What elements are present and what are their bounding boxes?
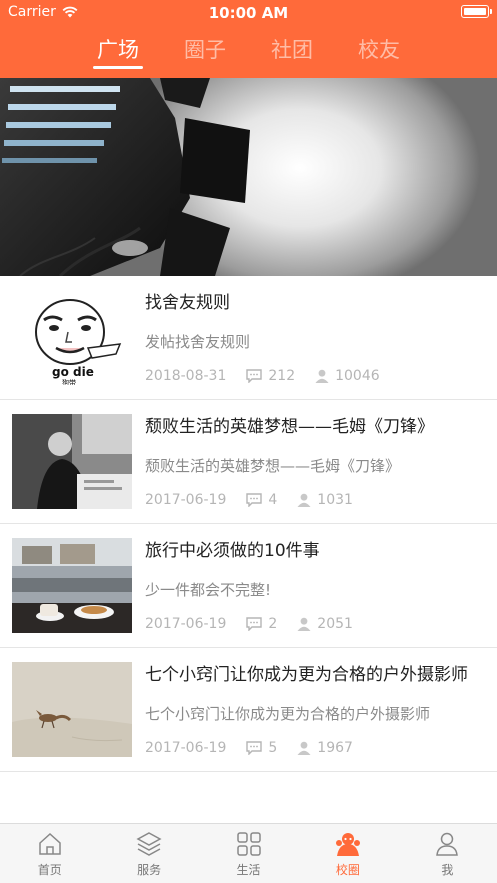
view-count: 2051 [297,616,353,632]
user-icon [297,741,311,755]
grid-icon [236,832,261,856]
person-icon [436,832,459,856]
post-meta: 2018-08-31 212 10046 [145,368,400,384]
post-desc: 发帖找舍友规则 [145,333,251,351]
user-icon [297,493,311,507]
post-title: 颓败生活的英雄梦想——毛姆《刀锋》 [145,417,434,437]
view-count: 1031 [297,492,353,508]
post-item[interactable]: 七个小窍门让你成为更为合格的户外摄影师 七个小窍门让你成为更为合格的户外摄影师 … [0,648,497,772]
home-icon [38,832,61,855]
post-thumbnail: go die 狗带 [12,290,132,385]
view-count-value: 1967 [317,740,353,756]
post-item[interactable]: 颓败生活的英雄梦想——毛姆《刀锋》 颓败生活的英雄梦想——毛姆《刀锋》 2017… [0,400,497,524]
post-desc: 七个小窍门让你成为更为合格的户外摄影师 [145,705,431,723]
tab-alumni[interactable]: 校友 [358,30,400,78]
comment-icon [246,369,263,383]
top-header: Carrier 10:00 AM 广场 圈子 社团 校友 [0,0,497,78]
user-icon [315,369,329,383]
tab-circles[interactable]: 圈子 [184,30,226,78]
fox-snow-photo [12,662,132,757]
campus-icon [335,833,360,856]
comment-icon [246,741,263,755]
tabbar-home[interactable]: 首页 [0,824,99,883]
tabbar-me[interactable]: 我 [398,824,497,883]
battery-icon [461,5,492,18]
tabbar-life-label: 生活 [236,863,261,877]
status-bar: Carrier 10:00 AM [0,0,497,24]
top-tabs: 广场 圈子 社团 校友 [0,30,497,78]
post-thumbnail [12,538,132,633]
view-count: 1967 [297,740,353,756]
post-thumbnail [12,414,132,509]
tabbar-life[interactable]: 生活 [199,824,298,883]
comment-icon [246,493,263,507]
status-time: 10:00 AM [208,4,289,22]
meme-caption: go die [52,365,94,379]
post-date: 2017-06-19 [145,616,227,632]
post-desc: 少一件都会不完整! [145,581,272,599]
post-date: 2018-08-31 [145,368,227,384]
view-count-value: 10046 [335,368,380,384]
bottom-tab-bar: 首页 服务 生活 校圈 我 [0,823,497,883]
comment-count: 4 [246,492,277,508]
meme-face-image: go die 狗带 [35,299,122,385]
post-meta: 2017-06-19 5 1967 [145,740,373,756]
post-title: 七个小窍门让你成为更为合格的户外摄影师 [145,665,468,685]
view-count-value: 2051 [317,616,353,632]
comment-count-value: 212 [268,368,296,384]
comment-count: 5 [246,740,277,756]
tabbar-campus-label: 校圈 [335,863,360,877]
tabbar-campus[interactable]: 校圈 [298,824,397,883]
meme-subcaption: 狗带 [62,378,76,385]
comment-count-value: 4 [268,492,278,508]
post-item[interactable]: go die 狗带 找舍友规则 发帖找舍友规则 2018-08-31 212 1… [0,276,497,400]
author-photo [12,414,132,509]
comment-count-value: 2 [268,616,278,632]
view-count: 10046 [315,368,380,384]
banner-image[interactable] [0,78,497,276]
tabbar-me-label: 我 [441,863,454,877]
comment-count: 212 [246,368,295,384]
post-date: 2017-06-19 [145,740,227,756]
post-title: 旅行中必须做的10件事 [145,541,320,561]
tab-plaza[interactable]: 广场 [93,30,143,78]
post-feed: go die 狗带 找舍友规则 发帖找舍友规则 2018-08-31 212 1… [0,276,497,772]
post-date: 2017-06-19 [145,492,227,508]
tab-clubs[interactable]: 社团 [271,30,313,78]
cafe-window-photo [12,538,132,633]
layers-icon [136,832,162,856]
tabbar-service-label: 服务 [137,863,162,877]
view-count-value: 1031 [317,492,353,508]
comment-count-value: 5 [268,740,278,756]
comment-icon [246,617,263,631]
battery-area [461,5,492,18]
tabbar-home-label: 首页 [37,863,62,877]
post-title: 找舍友规则 [145,293,230,313]
post-item[interactable]: 旅行中必须做的10件事 少一件都会不完整! 2017-06-19 2 2051 [0,524,497,648]
post-thumbnail [12,662,132,757]
spotlight-illustration [0,78,250,276]
comment-count: 2 [246,616,277,632]
user-icon [297,617,311,631]
tabbar-service[interactable]: 服务 [99,824,198,883]
post-meta: 2017-06-19 2 2051 [145,616,373,632]
post-desc: 颓败生活的英雄梦想——毛姆《刀锋》 [145,457,401,475]
post-meta: 2017-06-19 4 1031 [145,492,373,508]
